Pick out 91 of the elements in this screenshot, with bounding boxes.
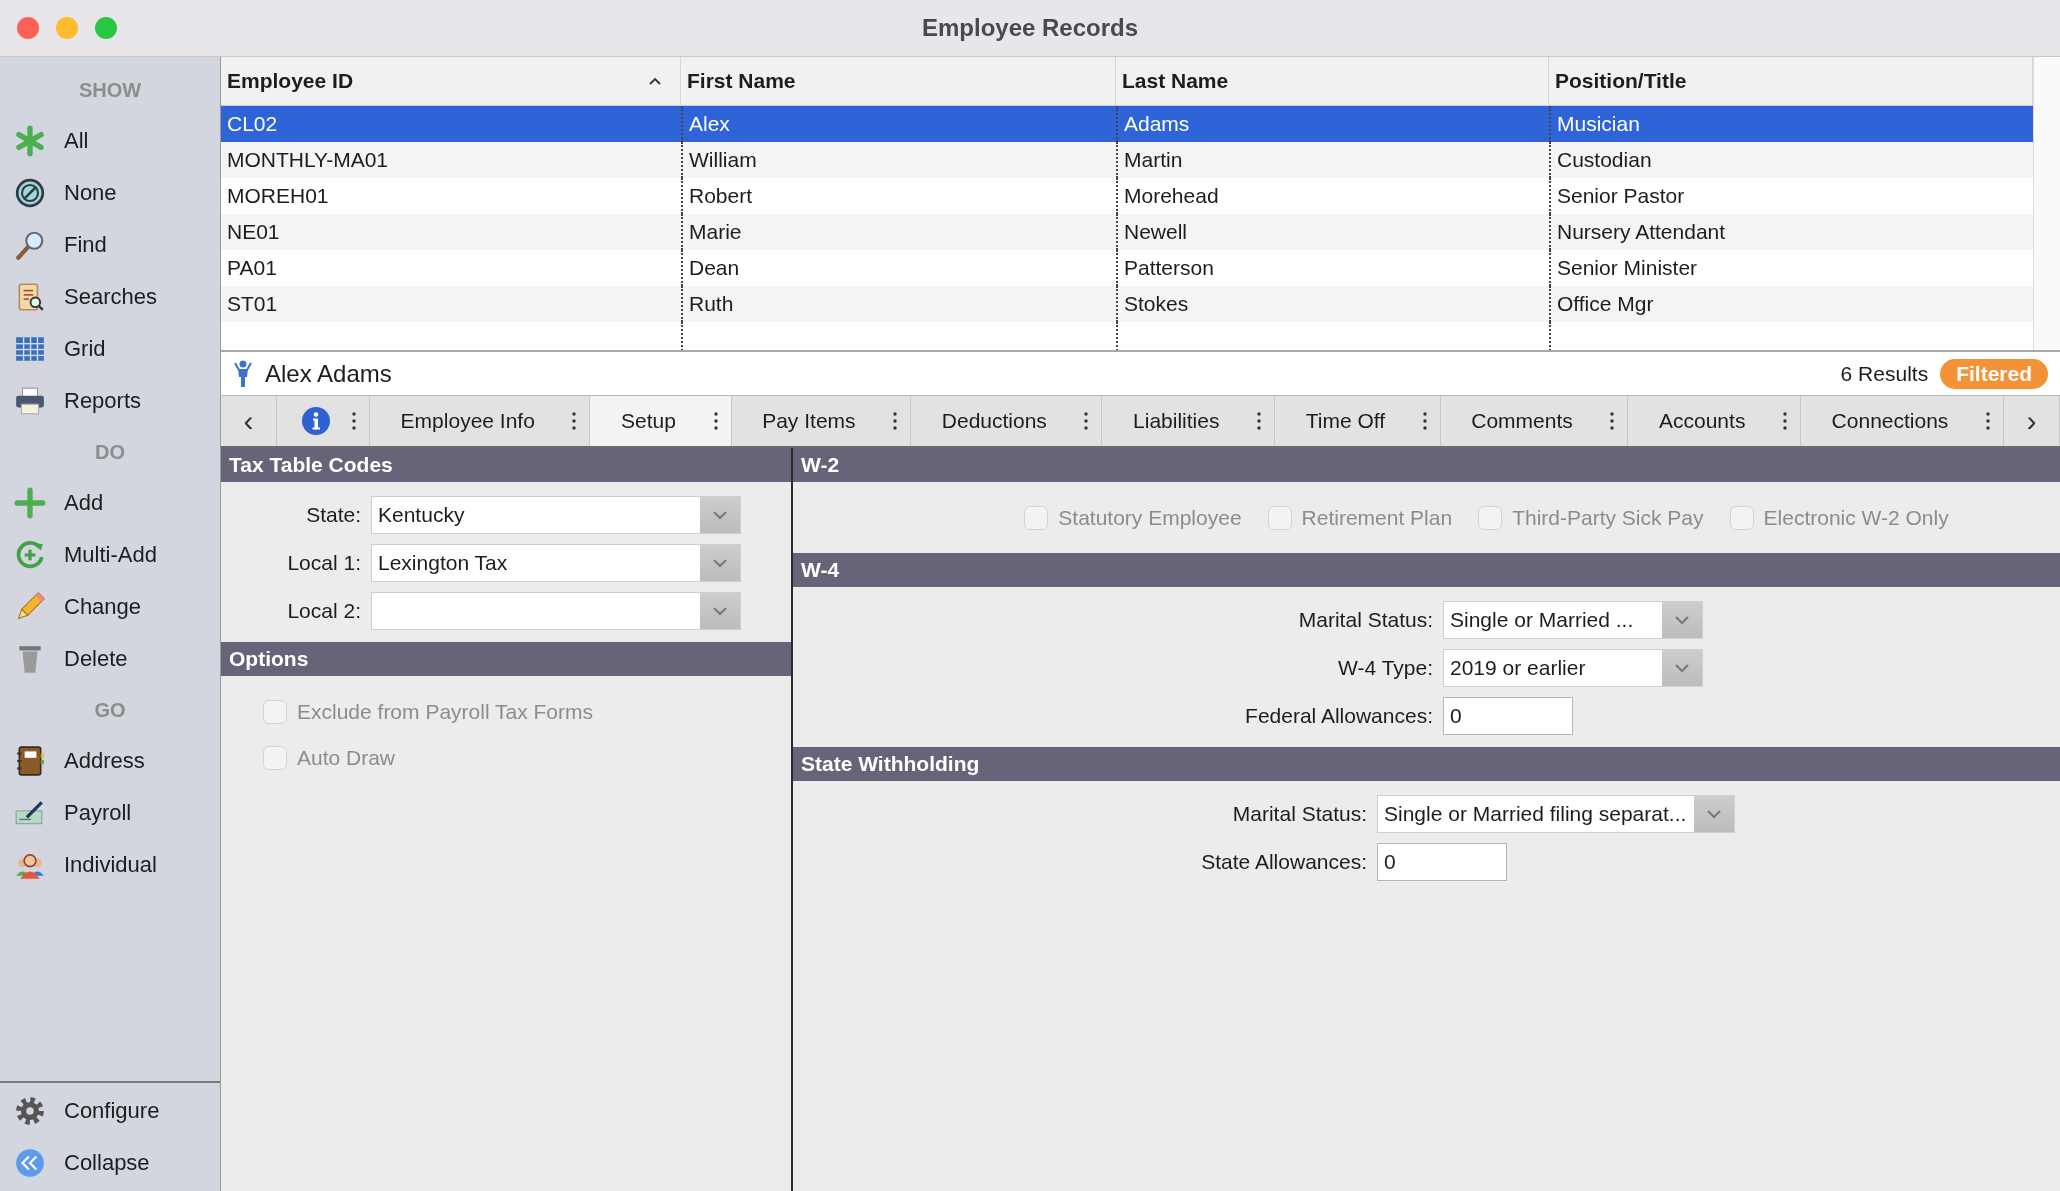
sidebar-heading: SHOW <box>77 78 143 103</box>
more-icon[interactable] <box>1984 411 1991 431</box>
plus-icon <box>14 487 46 519</box>
table-cell-text: CL02 <box>226 111 279 137</box>
dropdown[interactable]: 2019 or earlier <box>1443 649 1703 687</box>
tab[interactable]: Liabilities <box>1102 396 1276 446</box>
more-icon[interactable] <box>1782 411 1788 431</box>
settings-icon <box>14 1095 46 1127</box>
dropdown[interactable]: Kentucky <box>371 496 741 534</box>
sidebar-item[interactable]: Address <box>0 735 220 787</box>
tab[interactable]: Deductions <box>911 396 1103 446</box>
sidebar-item[interactable]: All <box>0 115 220 167</box>
chevron-down-icon <box>712 606 728 616</box>
scrollbar-track[interactable] <box>2033 57 2060 350</box>
field-label: W-4 Type: <box>1337 656 1433 680</box>
asterisk-icon <box>14 125 46 157</box>
sidebar-item[interactable]: Multi-Add <box>0 529 220 581</box>
more-icon[interactable] <box>1083 411 1090 431</box>
table-cell-text: NE01 <box>226 219 281 245</box>
info-icon <box>301 406 331 436</box>
field-label: State Allowances: <box>1200 850 1367 874</box>
column-header[interactable]: First Name <box>681 57 1116 105</box>
more-icon[interactable] <box>892 411 899 431</box>
circular-plus-icon <box>14 539 46 571</box>
field-label: Marital Status: <box>1231 802 1367 826</box>
sort-ascending-icon <box>648 76 662 86</box>
sidebar-item[interactable]: Configure <box>0 1085 220 1137</box>
printer-icon <box>14 385 46 417</box>
chevron-down-icon <box>712 510 728 520</box>
table-cell-text: ST01 <box>226 291 279 317</box>
person-icon <box>233 359 253 388</box>
sidebar-item[interactable]: Delete <box>0 633 220 685</box>
tab[interactable]: Pay Items <box>731 396 912 446</box>
more-icon[interactable] <box>351 411 357 431</box>
section-header: Tax Table Codes <box>221 448 791 482</box>
sidebar-item[interactable]: Grid <box>0 323 220 375</box>
more-icon[interactable] <box>571 411 578 431</box>
field-label: Marital Status: <box>1297 608 1433 632</box>
tab[interactable]: Comments <box>1440 396 1629 446</box>
table-row[interactable]: ST01 Ruth Stokes Office Mgr <box>221 286 2033 322</box>
sidebar-heading: GO <box>93 698 127 723</box>
chevron-down-icon <box>1674 663 1690 673</box>
record-name: Alex Adams <box>265 359 392 388</box>
prohibited-icon <box>14 177 46 209</box>
more-icon[interactable] <box>1256 411 1263 431</box>
column-header[interactable]: Last Name <box>1116 57 1549 105</box>
sidebar-item[interactable]: Payroll <box>0 787 220 839</box>
sidebar-heading: DO <box>94 440 126 465</box>
more-icon[interactable] <box>712 411 719 431</box>
dropdown[interactable]: Lexington Tax <box>371 544 741 582</box>
chevron-down-icon <box>712 558 728 568</box>
sidebar-item[interactable]: Reports <box>0 375 220 427</box>
sidebar-item[interactable]: Find <box>0 219 220 271</box>
field-label: State: <box>305 503 361 527</box>
chevron-down-icon <box>1674 615 1690 625</box>
tab[interactable]: Connections <box>1801 396 2004 446</box>
tab[interactable]: Setup <box>590 396 732 446</box>
sidebar-item[interactable]: None <box>0 167 220 219</box>
sidebar-item[interactable]: Add <box>0 477 220 529</box>
column-header[interactable]: Employee ID <box>221 57 681 105</box>
tab[interactable]: Accounts <box>1628 396 1801 446</box>
more-icon[interactable] <box>1421 411 1428 431</box>
search-icon <box>14 229 46 261</box>
table-cell-text: MOREH01 <box>226 183 330 209</box>
section-header: State Withholding <box>793 747 2060 781</box>
sidebar-item[interactable]: Searches <box>0 271 220 323</box>
double-chevron-icon <box>14 1147 46 1179</box>
field-label: Local 1: <box>286 551 361 575</box>
section-header: W-4 <box>793 553 2060 587</box>
dropdown[interactable]: Single or Married filing separat... <box>1377 795 1736 833</box>
table-cell-text: PA01 <box>226 255 278 281</box>
field-label: Federal Allowances: <box>1244 704 1433 728</box>
table-cell-text: MONTHLY-MA01 <box>226 147 390 173</box>
table-row[interactable]: NE01 Marie Newell Nursery Attendant <box>221 214 2033 250</box>
result-count: 6 Results <box>1840 361 1929 386</box>
tab[interactable]: Time Off <box>1275 396 1441 446</box>
table-row[interactable]: CL02 Alex Adams Musician <box>221 106 2033 142</box>
section-header: Options <box>221 642 791 676</box>
sidebar-item[interactable]: Individual <box>0 839 220 891</box>
sidebar-item[interactable]: Change <box>0 581 220 633</box>
more-icon[interactable] <box>1609 411 1616 431</box>
sidebar-item[interactable]: Collapse <box>0 1137 220 1189</box>
field-label: Local 2: <box>286 599 361 623</box>
dropdown[interactable]: Single or Married ... <box>1443 601 1703 639</box>
chevron-down-icon <box>1706 809 1723 819</box>
table-row[interactable]: MONTHLY-MA01 William Martin Custodian <box>221 142 2033 178</box>
section-header: W-2 <box>793 448 2060 482</box>
window-title: Employee Records <box>921 14 1139 42</box>
input-field[interactable]: 0 <box>1377 843 1507 881</box>
input-field[interactable]: 0 <box>1443 697 1573 735</box>
notebook-icon <box>14 745 46 777</box>
